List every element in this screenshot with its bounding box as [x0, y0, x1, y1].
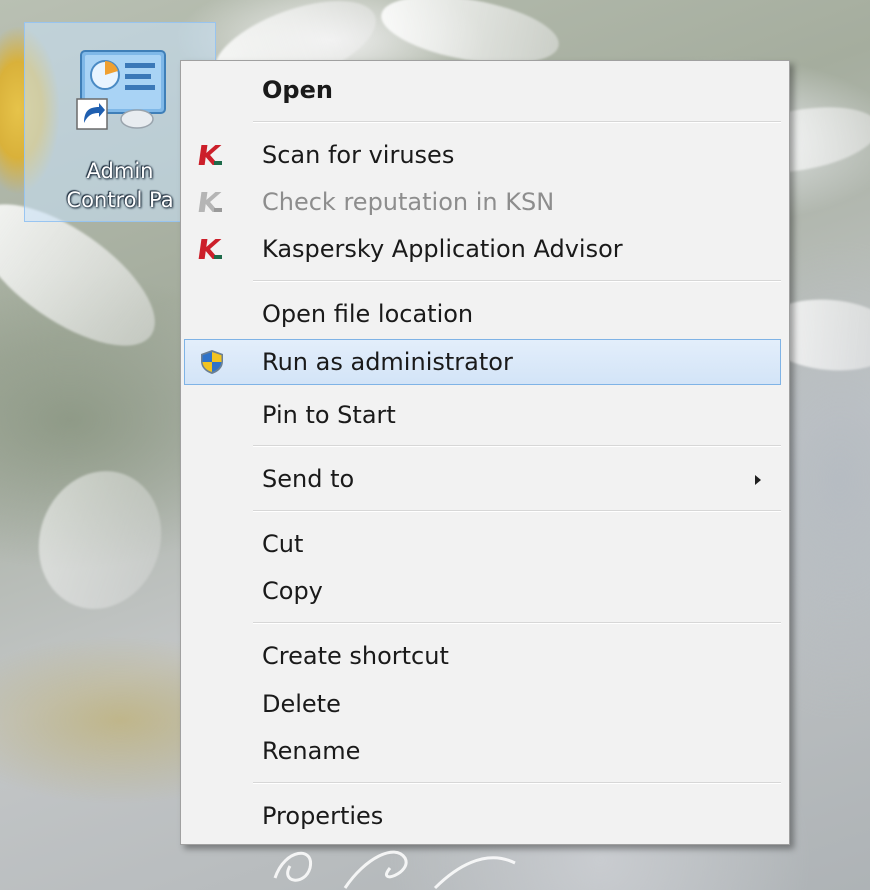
submenu-arrow-icon: [755, 475, 761, 485]
menu-item-label: Rename: [262, 737, 361, 765]
menu-item-properties[interactable]: Properties: [184, 793, 781, 839]
menu-item-create-shortcut[interactable]: Create shortcut: [184, 633, 781, 679]
menu-separator: [253, 782, 781, 784]
menu-item-label: Open: [262, 76, 333, 104]
menu-item-label: Kaspersky Application Advisor: [262, 235, 623, 263]
menu-separator: [253, 121, 781, 123]
menu-item-open[interactable]: Open: [184, 67, 781, 113]
context-menu: Open Scan for viruses Check reputation i…: [180, 60, 790, 845]
kaspersky-icon: [198, 239, 222, 259]
menu-item-copy[interactable]: Copy: [184, 568, 781, 614]
menu-item-open-file-location[interactable]: Open file location: [184, 291, 781, 337]
menu-item-label: Cut: [262, 530, 304, 558]
menu-item-pin-to-start[interactable]: Pin to Start: [184, 392, 781, 438]
menu-separator: [253, 445, 781, 447]
menu-item-label: Scan for viruses: [262, 141, 455, 169]
menu-item-label: Create shortcut: [262, 642, 449, 670]
menu-item-label: Properties: [262, 802, 384, 830]
menu-item-kaspersky-application-advisor[interactable]: Kaspersky Application Advisor: [184, 226, 781, 272]
menu-item-delete[interactable]: Delete: [184, 681, 781, 727]
uac-shield-icon: [201, 350, 223, 374]
kaspersky-icon-disabled: [198, 192, 222, 212]
menu-item-label: Check reputation in KSN: [262, 188, 555, 216]
menu-item-check-reputation-in-ksn[interactable]: Check reputation in KSN: [184, 179, 781, 225]
menu-item-label: Open file location: [262, 300, 474, 328]
menu-separator: [253, 510, 781, 512]
background-petal: [19, 453, 181, 627]
menu-separator: [253, 280, 781, 282]
menu-item-send-to[interactable]: Send to: [184, 456, 781, 502]
menu-item-cut[interactable]: Cut: [184, 521, 781, 567]
menu-separator: [253, 622, 781, 624]
menu-item-scan-for-viruses[interactable]: Scan for viruses: [184, 132, 781, 178]
menu-item-label: Pin to Start: [262, 401, 396, 429]
menu-item-rename[interactable]: Rename: [184, 728, 781, 774]
menu-item-label: Send to: [262, 465, 355, 493]
menu-item-label: Copy: [262, 577, 323, 605]
menu-item-label: Delete: [262, 690, 341, 718]
menu-item-run-as-administrator[interactable]: Run as administrator: [184, 339, 781, 385]
menu-item-label: Run as administrator: [262, 348, 513, 376]
kaspersky-icon: [198, 145, 222, 165]
control-panel-icon: [76, 50, 166, 130]
wallpaper-script-flourish: [273, 850, 516, 890]
